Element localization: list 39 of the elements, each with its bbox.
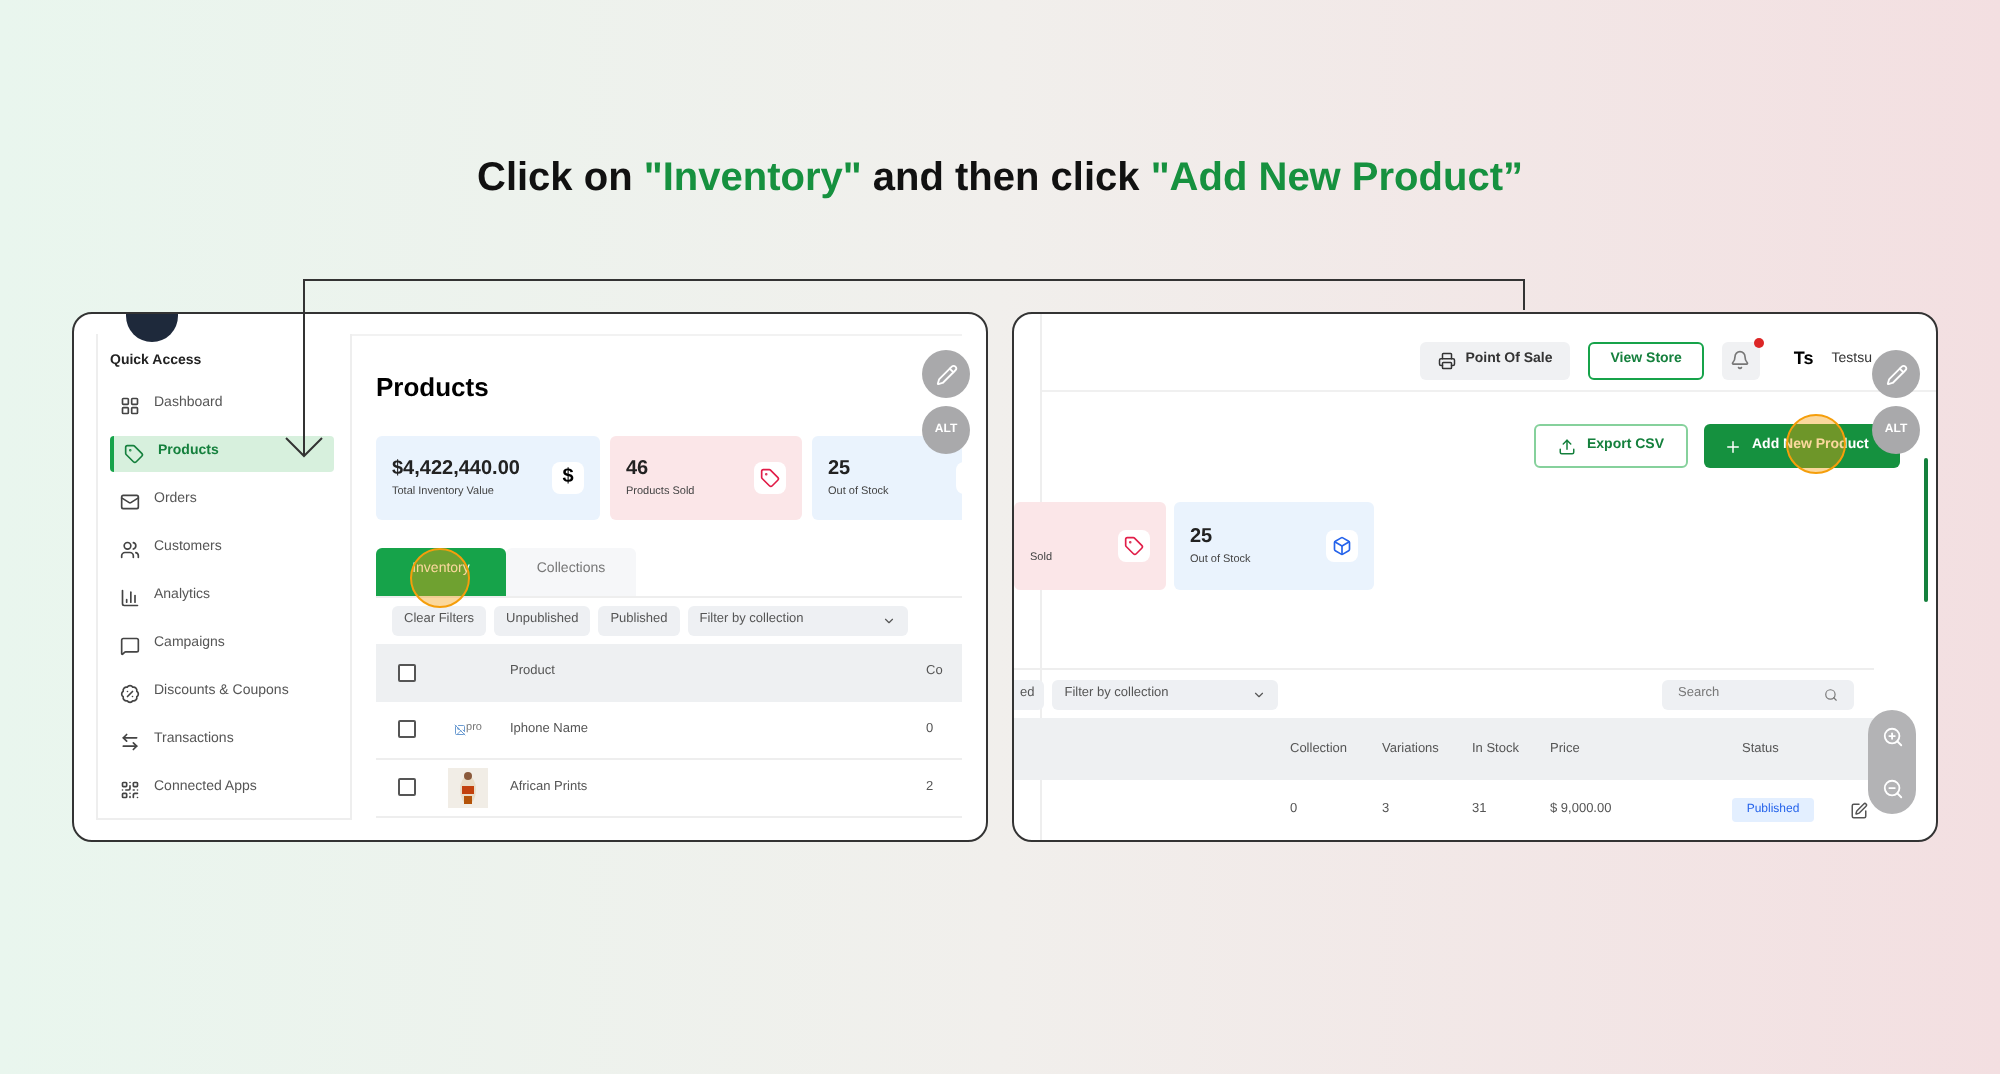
grid-icon	[120, 395, 140, 415]
bell-icon	[1730, 350, 1751, 370]
stat-value: 46	[626, 455, 651, 484]
caret-icon	[1252, 687, 1267, 701]
edit-button[interactable]	[1872, 350, 1920, 398]
tag-icon	[1118, 530, 1150, 562]
tag-icon	[754, 461, 786, 493]
printer-icon	[1437, 351, 1456, 369]
notification-button[interactable]	[1721, 341, 1760, 379]
caret-icon	[881, 613, 896, 627]
checkbox[interactable]	[398, 778, 416, 796]
page-title: Products	[376, 370, 489, 406]
search-icon	[1824, 687, 1838, 701]
pencil-icon	[1885, 363, 1907, 385]
avatar	[126, 314, 178, 342]
arrows-icon	[120, 731, 140, 751]
stat-value: 25	[1190, 524, 1215, 553]
box-icon	[1326, 530, 1358, 562]
people-icon	[120, 539, 140, 559]
badge-icon	[120, 683, 140, 703]
upload-icon	[1558, 437, 1577, 455]
stat-value: 25	[828, 455, 853, 484]
scrollbar	[1924, 458, 1928, 602]
edit-button[interactable]	[922, 350, 970, 398]
bar-chart-icon	[120, 587, 140, 607]
edit-icon[interactable]	[1850, 801, 1868, 819]
chat-icon	[120, 635, 140, 655]
pencil-icon	[935, 363, 957, 385]
plus-icon	[1724, 437, 1742, 455]
instruction-heading: Click on "Inventory" and then click "Add New Product”	[477, 154, 1523, 204]
broken-image-icon	[454, 723, 467, 735]
checkbox[interactable]	[398, 720, 416, 738]
logo: Ts	[1793, 346, 1814, 373]
envelope-icon	[120, 491, 140, 511]
stat-value: $4,422,440.00	[392, 455, 520, 484]
tag-icon	[124, 443, 144, 463]
checkbox[interactable]	[398, 663, 416, 681]
dollar-icon: $	[552, 461, 584, 493]
grid-code-icon	[120, 779, 140, 799]
